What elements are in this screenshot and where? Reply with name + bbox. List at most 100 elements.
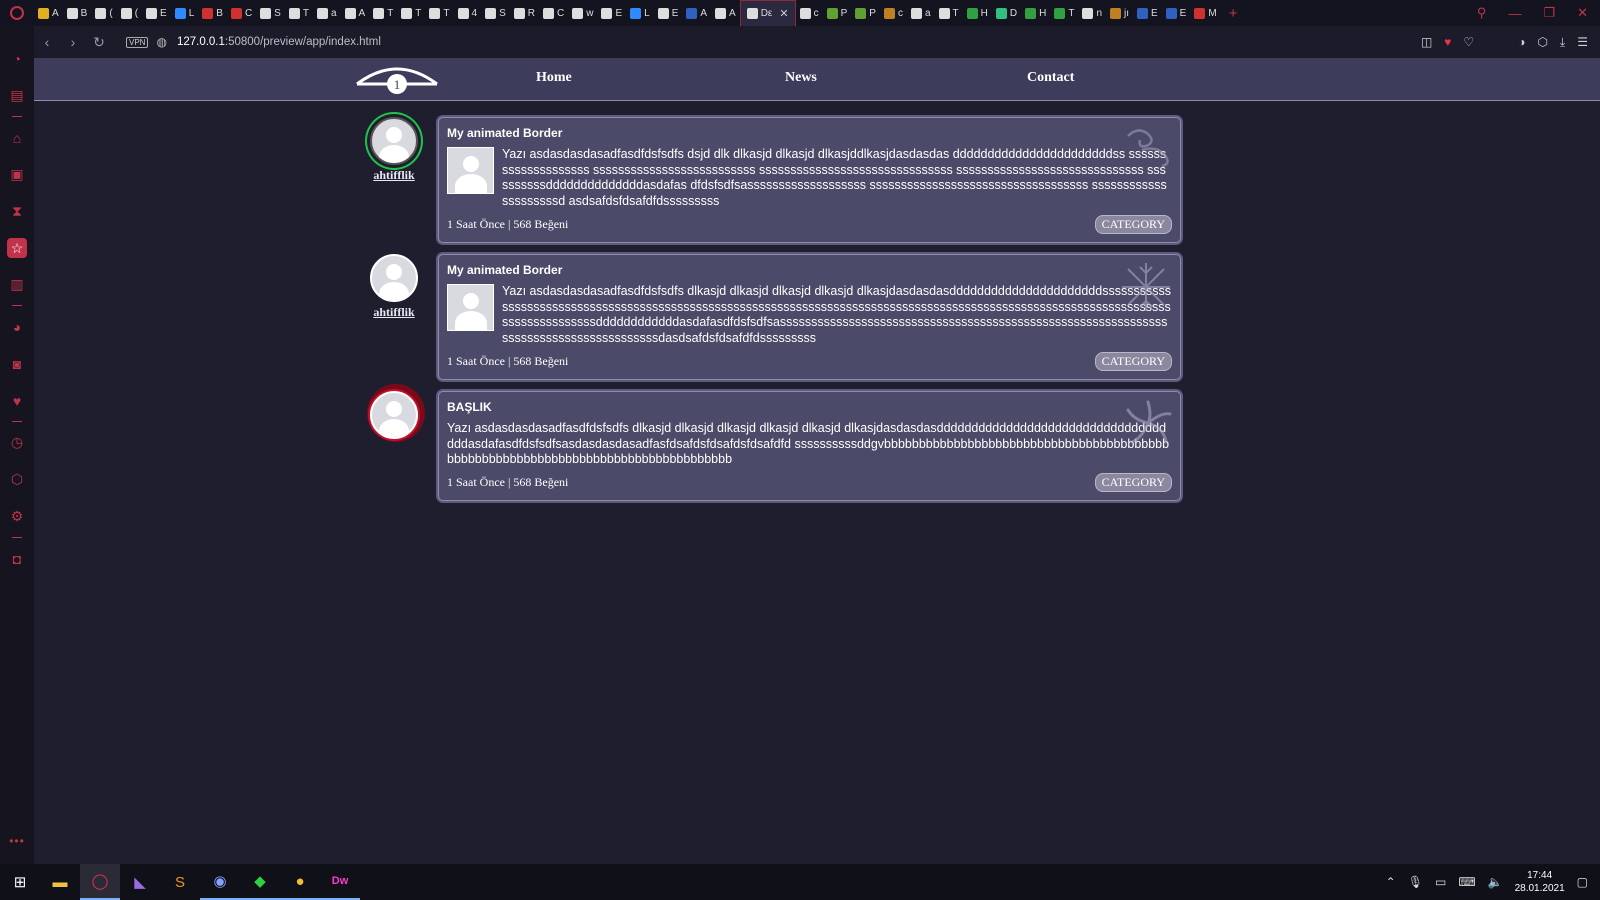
gamepad-icon[interactable]: ▣ xyxy=(0,156,34,193)
browser-tab[interactable]: S xyxy=(481,0,510,26)
browser-tab[interactable]: c xyxy=(796,0,823,26)
browser-tab[interactable]: jı xyxy=(1106,0,1133,26)
close-window-button[interactable]: ✕ xyxy=(1577,5,1588,21)
cube-icon[interactable]: ⬡ xyxy=(0,461,34,498)
extension-icon[interactable]: ◑ xyxy=(1518,35,1525,49)
settings-icon[interactable]: ⚙ xyxy=(0,498,34,535)
globe-icon[interactable]: ◍ xyxy=(156,35,166,49)
twitter-icon[interactable]: ♥ xyxy=(0,382,34,419)
browser-tab[interactable]: A xyxy=(711,0,740,26)
browser-tab[interactable]: P xyxy=(851,0,880,26)
tab-close-icon[interactable]: ✕ xyxy=(779,7,788,20)
browser-tab[interactable]: L xyxy=(171,0,199,26)
vpn-badge[interactable]: VPN xyxy=(126,36,149,48)
network-icon[interactable]: ⌨ xyxy=(1458,875,1475,889)
browser-tab[interactable]: C xyxy=(539,0,568,26)
chevron-up-icon[interactable]: ⌃ xyxy=(1386,875,1396,889)
browser-tab[interactable]: T xyxy=(935,0,963,26)
browser-tab[interactable]: T xyxy=(425,0,453,26)
speed-dial-icon[interactable]: ◔ xyxy=(0,40,34,77)
avatar[interactable] xyxy=(370,117,418,165)
avatar[interactable] xyxy=(370,391,418,439)
browser-tab[interactable]: c xyxy=(880,0,907,26)
browser-tab[interactable]: M xyxy=(1190,0,1220,26)
browser-tab[interactable]: E xyxy=(1162,0,1191,26)
author-name-link[interactable]: ahtifflik xyxy=(364,305,424,320)
new-tab-button[interactable]: + xyxy=(1229,5,1238,22)
snapshot-icon[interactable]: ◫ xyxy=(1421,35,1432,49)
browser-tab[interactable]: E xyxy=(1133,0,1162,26)
browser-tab[interactable]: ( xyxy=(117,0,142,26)
browser-tab[interactable]: ( xyxy=(91,0,116,26)
browser-tab[interactable]: P xyxy=(823,0,852,26)
browser-tab[interactable]: E xyxy=(654,0,683,26)
browser-tab[interactable]: T xyxy=(285,0,313,26)
restore-button[interactable]: ❐ xyxy=(1543,5,1555,21)
pocket-icon[interactable]: ♥ xyxy=(1444,35,1451,49)
nav-news-link[interactable]: News xyxy=(785,70,817,86)
back-button[interactable]: ‹ xyxy=(34,34,60,50)
reload-button[interactable]: ↻ xyxy=(86,34,112,51)
browser-tab[interactable]: A xyxy=(682,0,711,26)
opera-menu-button[interactable] xyxy=(0,0,34,26)
browser-tab[interactable]: S xyxy=(256,0,285,26)
nav-home-link[interactable]: Home xyxy=(536,70,572,86)
browser-tab[interactable]: w xyxy=(568,0,597,26)
easy-setup-icon[interactable]: ☰ xyxy=(1577,35,1588,49)
browser-tab[interactable]: C xyxy=(227,0,256,26)
battery-icon[interactable]: ▭ xyxy=(1435,875,1446,889)
browser-tab[interactable]: L xyxy=(626,0,654,26)
razer-icon[interactable]: ◆ xyxy=(240,864,280,900)
browser-tab[interactable]: D xyxy=(992,0,1021,26)
messenger-icon[interactable]: ◕ xyxy=(0,308,34,345)
minimize-button[interactable]: — xyxy=(1508,6,1521,21)
home-icon[interactable]: ⌂ xyxy=(0,119,34,156)
browser-tab[interactable]: A xyxy=(34,0,63,26)
heart-icon[interactable]: ♡ xyxy=(1463,35,1474,49)
file-explorer-icon[interactable]: ▬ xyxy=(40,864,80,900)
browser-tab[interactable]: A xyxy=(341,0,370,26)
author-name-link[interactable]: ahtifflik xyxy=(364,168,424,183)
browser-tab[interactable]: 4 xyxy=(454,0,482,26)
browser-tab[interactable]: H xyxy=(963,0,992,26)
browser-tab[interactable]: B xyxy=(198,0,227,26)
browser-tab[interactable]: H xyxy=(1021,0,1050,26)
category-button[interactable]: CATEGORY xyxy=(1094,473,1172,493)
sublime-text-icon[interactable]: S xyxy=(160,864,200,900)
hourglass-icon[interactable]: ⧗ xyxy=(0,193,34,230)
browser-tab[interactable]: a xyxy=(313,0,341,26)
nav-contact-link[interactable]: Contact xyxy=(1027,70,1074,86)
browser-tab[interactable]: T xyxy=(397,0,425,26)
visual-studio-icon[interactable]: ◣ xyxy=(120,864,160,900)
clock[interactable]: 17:44 28.01.2021 xyxy=(1515,869,1565,895)
bag-icon[interactable]: ▤ xyxy=(0,77,34,114)
discord-icon[interactable]: ◉ xyxy=(200,864,240,900)
instagram-icon[interactable]: ◙ xyxy=(0,345,34,382)
url-field[interactable]: 127.0.0.1:50800/preview/app/index.html xyxy=(177,36,381,48)
category-button[interactable]: CATEGORY xyxy=(1094,214,1172,234)
dreamweaver-icon[interactable]: Dw xyxy=(320,864,360,900)
browser-tab[interactable]: T xyxy=(369,0,397,26)
opera-icon[interactable]: ◯ xyxy=(80,864,120,900)
avatar[interactable] xyxy=(370,254,418,302)
browser-tab[interactable]: T xyxy=(1050,0,1078,26)
cube-extension-icon[interactable]: ⬡ xyxy=(1537,35,1547,49)
notifications-icon[interactable]: ▢ xyxy=(1577,875,1588,889)
browser-tab[interactable]: Dε ✕ xyxy=(739,0,796,26)
history-icon[interactable]: ◷ xyxy=(0,424,34,461)
browser-tab[interactable]: a xyxy=(907,0,935,26)
chrome-icon[interactable]: ● xyxy=(280,864,320,900)
category-button[interactable]: CATEGORY xyxy=(1094,351,1172,371)
site-logo[interactable]: 1 xyxy=(354,60,440,96)
download-icon[interactable]: ⤓ xyxy=(1560,35,1565,50)
sidebar-more-icon[interactable]: ••• xyxy=(9,834,25,848)
browser-tab[interactable]: R xyxy=(510,0,539,26)
browser-tab[interactable]: B xyxy=(63,0,92,26)
browser-tab[interactable]: E xyxy=(142,0,171,26)
browser-tab[interactable]: n xyxy=(1078,0,1106,26)
vpn-icon[interactable]: ◘ xyxy=(0,540,34,577)
notes-icon[interactable]: ▥ xyxy=(0,266,34,303)
forward-button[interactable]: › xyxy=(60,34,86,50)
microphone-icon[interactable]: 🎙 xyxy=(1408,875,1423,889)
start-button[interactable]: ⊞ xyxy=(0,864,40,900)
